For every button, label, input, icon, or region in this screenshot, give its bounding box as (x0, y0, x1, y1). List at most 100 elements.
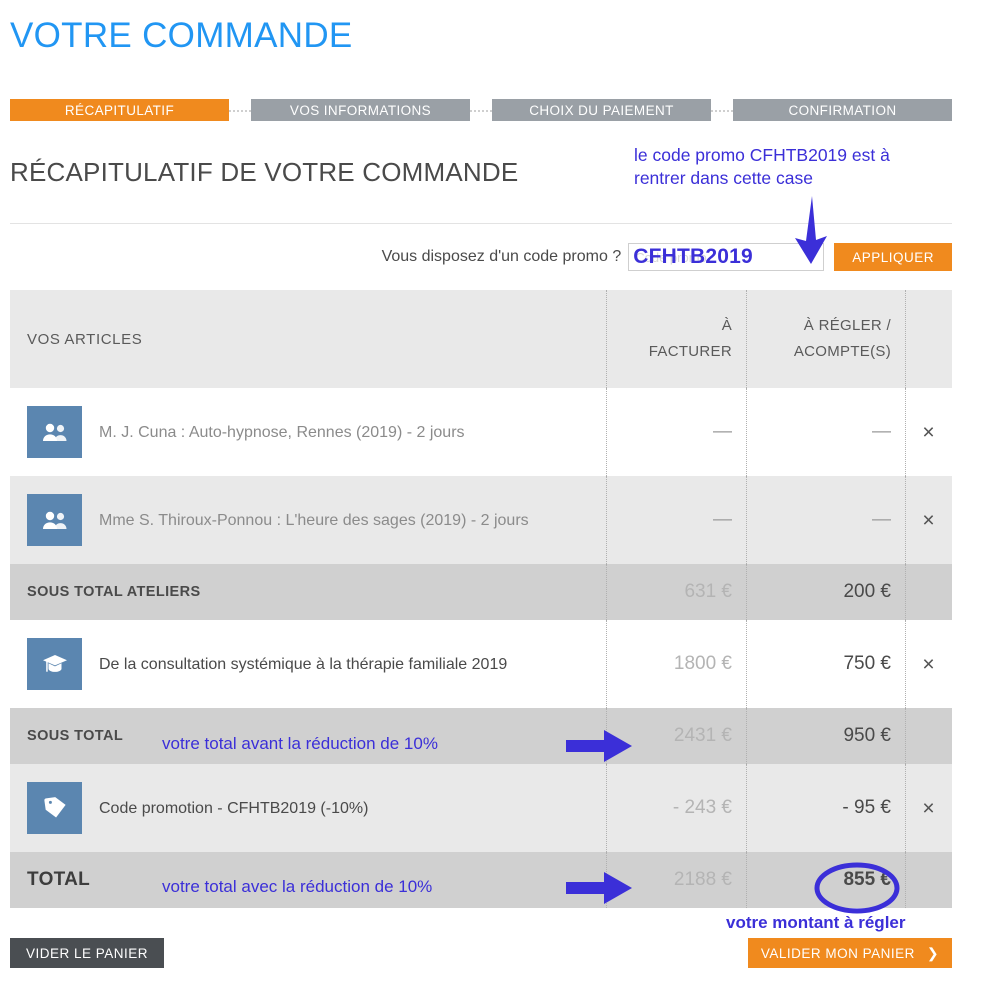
subtotal-a-facturer: 2431 € (673, 725, 732, 746)
total-label: TOTAL (27, 869, 91, 890)
step-connector-2 (470, 109, 492, 112)
annotation-promo-line1: le code promo CFHTB2019 est à (634, 145, 890, 165)
graduation-cap-icon (27, 638, 82, 690)
header-a-regler: À RÉGLER / ACOMPTE(S) (746, 290, 905, 388)
column-divider-3 (905, 564, 906, 620)
step-confirmation[interactable]: CONFIRMATION (733, 99, 952, 121)
column-divider-2 (746, 290, 747, 388)
remove-item-button[interactable]: × (905, 620, 952, 708)
promo-code-input[interactable] (628, 243, 825, 271)
horizontal-divider (10, 223, 952, 224)
item-description-cell: M. J. Cuna : Auto-hypnose, Rennes (2019)… (10, 388, 606, 476)
people-icon (27, 494, 82, 546)
cart-table: VOS ARTICLES À FACTURER À RÉGLER / ACOMP… (10, 290, 952, 908)
step-connector-1 (229, 109, 251, 112)
item-a-facturer: — (713, 509, 732, 530)
annotation-amount-note: votre montant à régler (726, 913, 906, 932)
column-divider-3 (905, 852, 906, 908)
table-header-row: VOS ARTICLES À FACTURER À RÉGLER / ACOMP… (10, 290, 952, 388)
subtotal-label: SOUS TOTAL ATELIERS (27, 584, 201, 600)
column-divider-1 (606, 290, 607, 388)
item-a-regler: 750 € (843, 653, 891, 674)
column-divider-1 (606, 764, 607, 852)
step-label: CHOIX DU PAIEMENT (529, 102, 674, 118)
promo-code-row: Vous disposez d'un code promo ? CFHTB201… (10, 243, 952, 271)
item-description-cell: De la consultation systémique à la théra… (10, 620, 606, 708)
item-a-facturer: - 243 € (672, 797, 732, 818)
header-a-facturer: À FACTURER (606, 290, 746, 388)
column-divider-2 (746, 764, 747, 852)
item-label: Mme S. Thiroux-Ponnou : L'heure des sage… (99, 511, 529, 529)
step-label: RÉCAPITULATIF (64, 102, 175, 118)
subtotal-a-facturer: 631 € (684, 581, 732, 602)
remove-item-button[interactable]: × (905, 764, 952, 852)
header-a-regler-line1: À RÉGLER / (803, 317, 891, 334)
step-vos-informations[interactable]: VOS INFORMATIONS (251, 99, 470, 121)
column-divider-3 (905, 708, 906, 764)
people-icon (27, 406, 82, 458)
promo-code-label: Vous disposez d'un code promo ? (381, 248, 622, 265)
table-row: Mme S. Thiroux-Ponnou : L'heure des sage… (10, 476, 952, 564)
step-recapitulatif[interactable]: RÉCAPITULATIF (10, 99, 229, 121)
column-divider-3 (905, 290, 906, 388)
column-divider-2 (746, 708, 747, 764)
step-label: CONFIRMATION (788, 102, 897, 118)
column-divider-2 (746, 476, 747, 564)
item-description-cell: Mme S. Thiroux-Ponnou : L'heure des sage… (10, 476, 606, 564)
item-a-facturer: — (713, 421, 732, 442)
step-choix-du-paiement[interactable]: CHOIX DU PAIEMENT (492, 99, 711, 121)
total-delete-placeholder (905, 852, 952, 908)
chevron-right-icon: ❯ (926, 944, 940, 961)
header-a-facturer-line1: À (721, 317, 732, 334)
annotation-promo-text: le code promo CFHTB2019 est à rentrer da… (634, 144, 964, 190)
item-label: Code promotion - CFHTB2019 (-10%) (99, 799, 369, 817)
table-row: Code promotion - CFHTB2019 (-10%) - 243 … (10, 764, 952, 852)
remove-item-button[interactable]: × (905, 476, 952, 564)
subtotal-a-regler: 950 € (843, 725, 891, 746)
column-divider-2 (746, 852, 747, 908)
subtotal-delete-placeholder (905, 708, 952, 764)
column-divider-2 (746, 620, 747, 708)
validate-cart-button[interactable]: VALIDER MON PANIER ❯ (748, 938, 952, 968)
checkout-steps: RÉCAPITULATIF VOS INFORMATIONS CHOIX DU … (10, 99, 952, 121)
table-row: M. J. Cuna : Auto-hypnose, Rennes (2019)… (10, 388, 952, 476)
column-divider-2 (746, 564, 747, 620)
column-divider-3 (905, 476, 906, 564)
section-title: RÉCAPITULATIF DE VOTRE COMMANDE (10, 157, 519, 187)
table-total-row: TOTAL 2188 € 855 € (10, 852, 952, 908)
empty-cart-button[interactable]: VIDER LE PANIER (10, 938, 165, 968)
item-a-facturer: 1800 € (673, 653, 732, 674)
header-delete-column (905, 290, 952, 388)
promo-input-wrapper: CFHTB2019 (628, 243, 825, 271)
table-subtotal-row: SOUS TOTAL 2431 € 950 € (10, 708, 952, 764)
annotation-promo-line2: rentrer dans cette case (634, 168, 813, 188)
table-row: De la consultation systémique à la théra… (10, 620, 952, 708)
item-a-regler: — (872, 509, 891, 530)
step-label: VOS INFORMATIONS (289, 102, 432, 118)
item-label: De la consultation systémique à la théra… (99, 655, 508, 673)
column-divider-1 (606, 620, 607, 708)
column-divider-3 (905, 620, 906, 708)
price-tag-icon (27, 782, 82, 834)
item-a-regler: — (872, 421, 891, 442)
item-description-cell: Code promotion - CFHTB2019 (-10%) (10, 764, 606, 852)
column-divider-3 (905, 388, 906, 476)
item-label: M. J. Cuna : Auto-hypnose, Rennes (2019)… (99, 423, 465, 441)
header-a-facturer-line2: FACTURER (648, 343, 732, 360)
total-a-regler: 855 € (843, 869, 891, 890)
column-divider-3 (905, 764, 906, 852)
subtotal-a-regler: 200 € (843, 581, 891, 602)
subtotal-label: SOUS TOTAL (27, 728, 124, 744)
column-divider-2 (746, 388, 747, 476)
remove-item-button[interactable]: × (905, 388, 952, 476)
column-divider-1 (606, 564, 607, 620)
step-connector-3 (711, 109, 733, 112)
header-vos-articles: VOS ARTICLES (27, 330, 143, 348)
apply-promo-button[interactable]: APPLIQUER (834, 243, 952, 271)
column-divider-1 (606, 708, 607, 764)
subtotal-delete-placeholder (905, 564, 952, 620)
header-a-regler-line2: ACOMPTE(S) (793, 343, 891, 360)
validate-cart-label: VALIDER MON PANIER (760, 945, 915, 961)
column-divider-1 (606, 476, 607, 564)
column-divider-1 (606, 852, 607, 908)
